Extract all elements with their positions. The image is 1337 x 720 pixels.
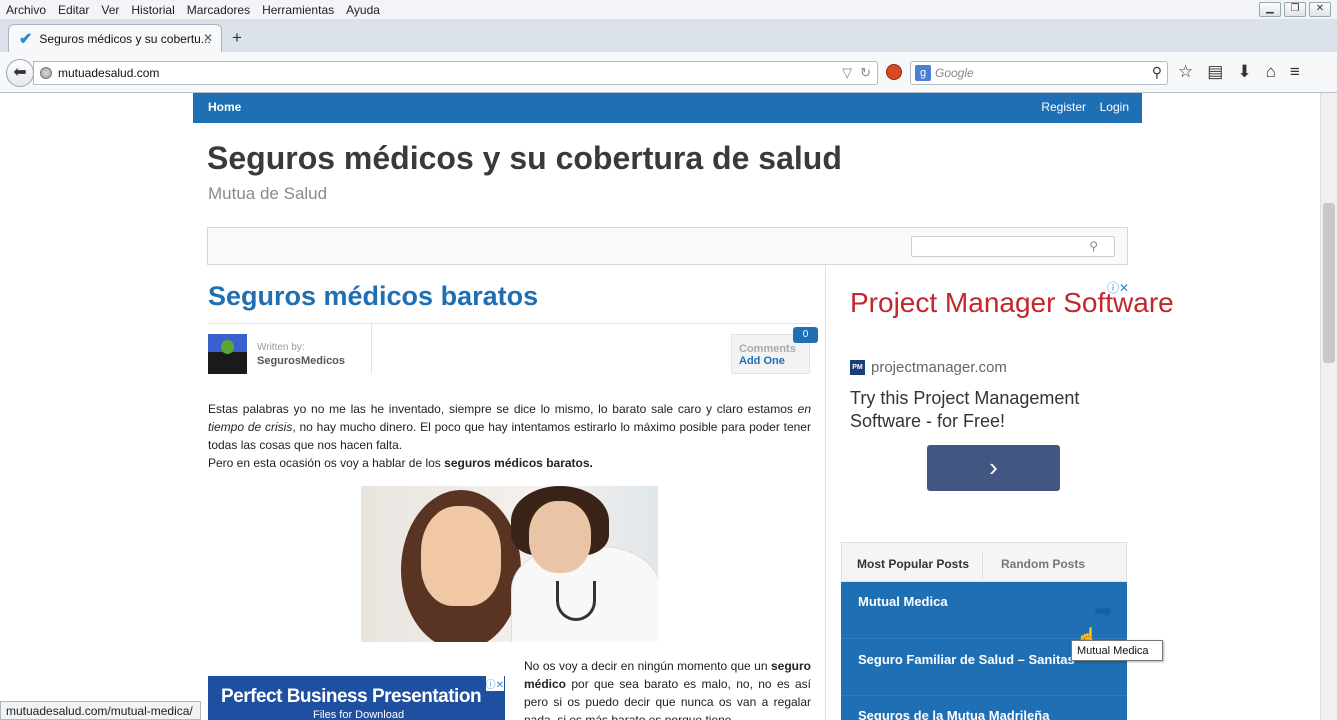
- popular-post-item[interactable]: Seguro Familiar de Salud – Sanitas: [858, 652, 1075, 667]
- p3-text-a: No os voy a decir en ningún momento que …: [524, 659, 771, 673]
- site-subtitle: Mutua de Salud: [208, 184, 328, 203]
- column-divider: [825, 265, 826, 720]
- add-comment-link[interactable]: Add One: [739, 355, 785, 367]
- clipboard-icon[interactable]: ▤: [1207, 62, 1223, 82]
- window-controls: ▁ ❐ ✕: [1259, 2, 1331, 17]
- reload-icon[interactable]: ↻: [860, 65, 871, 81]
- tab-close-icon[interactable]: ✕: [203, 31, 213, 45]
- toolbar-icons: ☆ ▤ ⬇ ⌂ ≡: [1178, 62, 1300, 82]
- url-bar[interactable]: mutuadesalud.com ▽ ↻: [33, 61, 878, 85]
- link-tooltip: Mutual Medica: [1071, 640, 1163, 661]
- site-title[interactable]: Seguros médicos y su cobertura de salud: [207, 140, 842, 177]
- url-text: mutuadesalud.com: [58, 66, 160, 80]
- p2-text-a: Pero en esta ocasión os voy a hablar de …: [208, 456, 445, 470]
- bookmark-star-icon[interactable]: ☆: [1178, 62, 1193, 82]
- list-divider: [841, 695, 1127, 696]
- tab-most-popular[interactable]: Most Popular Posts: [857, 557, 969, 571]
- menu-editar[interactable]: Editar: [58, 3, 89, 17]
- ad-domain-text: projectmanager.com: [871, 359, 1007, 376]
- globe-icon: [40, 67, 52, 79]
- paragraph-2: Pero en esta ocasión os voy a hablar de …: [208, 454, 811, 472]
- home-icon[interactable]: ⌂: [1266, 62, 1276, 82]
- ad-left-subtitle: Files for Download: [313, 709, 405, 720]
- menu-herramientas[interactable]: Herramientas: [262, 3, 334, 17]
- sidebar-tabs: Most Popular Posts Random Posts: [841, 542, 1127, 582]
- p3-text-c: por que sea barato es malo, no, no es as…: [524, 677, 811, 720]
- p1-text-b: , no hay mucho dinero. El poco que hay i…: [208, 420, 811, 452]
- paragraph-3: No os voy a decir en ningún momento que …: [524, 657, 811, 720]
- navigation-bar: mutuadesalud.com ▽ ↻ ⬅ g Google ⚲ ☆ ▤ ⬇ …: [0, 52, 1337, 93]
- back-button[interactable]: ⬅: [6, 59, 34, 87]
- ad-banner-left[interactable]: Perfect Business Presentation Files for …: [208, 676, 505, 720]
- vertical-scrollbar[interactable]: [1320, 93, 1337, 720]
- ad-left-title: Perfect Business Presentation: [221, 686, 482, 707]
- search-icon[interactable]: ⚲: [1152, 64, 1162, 81]
- paragraph-1: Estas palabras yo no me las he inventado…: [208, 400, 811, 454]
- avatar-head: [221, 340, 234, 354]
- site-nav-bar: Home Register Login: [193, 93, 1142, 133]
- dropdown-arrow-icon[interactable]: ▽: [842, 65, 852, 81]
- post-title[interactable]: Seguros médicos baratos: [208, 281, 538, 312]
- stethoscope-icon: [556, 581, 596, 621]
- download-icon[interactable]: ⬇: [1237, 62, 1251, 82]
- nav-login-link[interactable]: Login: [1100, 100, 1129, 114]
- site-search-input[interactable]: ⚲: [911, 236, 1115, 257]
- author-separator: [371, 324, 372, 374]
- web-page: Home Register Login Seguros médicos y su…: [0, 93, 1337, 720]
- pm-logo-icon: PM: [850, 360, 865, 375]
- google-icon[interactable]: g: [915, 65, 931, 81]
- browser-tab-active[interactable]: ✔ Seguros médicos y su cobertu... ✕: [8, 24, 222, 52]
- addon-icon[interactable]: [886, 64, 902, 80]
- search-icon[interactable]: ⚲: [1089, 239, 1098, 253]
- written-by-label: Written by:: [257, 342, 305, 353]
- menu-ayuda[interactable]: Ayuda: [346, 3, 380, 17]
- photo-face-2: [529, 501, 591, 573]
- minimize-button[interactable]: ▁: [1259, 2, 1281, 17]
- checkmark-favicon-icon: ✔: [19, 30, 33, 48]
- popular-post-item[interactable]: Seguros de la Mutua Madrileña: [858, 708, 1049, 720]
- author-divider: [208, 323, 811, 324]
- close-window-button[interactable]: ✕: [1309, 2, 1331, 17]
- ad-arrow-button[interactable]: ›: [927, 445, 1060, 491]
- comment-count-badge: 0: [793, 327, 818, 343]
- ad-domain[interactable]: PM projectmanager.com: [850, 359, 1007, 376]
- nav-register-link[interactable]: Register: [1041, 100, 1086, 114]
- author-avatar[interactable]: [208, 334, 247, 374]
- tab-separator: [982, 551, 983, 579]
- photo-face-1: [421, 506, 501, 606]
- tab-random-posts[interactable]: Random Posts: [1001, 557, 1085, 571]
- menu-historial[interactable]: Historial: [131, 3, 174, 17]
- ad-right-title[interactable]: Project Manager Software: [850, 287, 1174, 318]
- status-bar-url: mutuadesalud.com/mutual-medica/: [0, 701, 201, 720]
- tab-title: Seguros médicos y su cobertu...: [39, 31, 211, 46]
- scrollbar-thumb[interactable]: [1323, 203, 1335, 363]
- menu-bar: Archivo Editar Ver Historial Marcadores …: [0, 0, 1337, 19]
- menu-icon[interactable]: ≡: [1290, 62, 1300, 82]
- p1-text-a: Estas palabras yo no me las he inventado…: [208, 402, 798, 416]
- menu-marcadores[interactable]: Marcadores: [187, 3, 250, 17]
- menu-archivo[interactable]: Archivo: [6, 3, 46, 17]
- web-search-box[interactable]: g Google ⚲: [910, 61, 1168, 85]
- ad-choices-icon[interactable]: ⓘ✕: [485, 676, 504, 691]
- nav-home-link[interactable]: Home: [208, 100, 241, 133]
- search-placeholder: Google: [935, 66, 974, 80]
- p2-bold: seguros médicos baratos.: [444, 456, 593, 470]
- comments-label: Comments: [739, 343, 796, 355]
- popular-post-item[interactable]: Mutual Medica: [858, 594, 948, 609]
- post-image: [361, 486, 658, 642]
- author-name[interactable]: SegurosMedicos: [257, 355, 345, 367]
- arrow-right-icon: ➡: [1094, 598, 1113, 623]
- tab-strip: ✔ Seguros médicos y su cobertu... ✕ +: [0, 19, 1337, 52]
- site-search-row: ⚲: [207, 227, 1128, 265]
- new-tab-button[interactable]: +: [232, 28, 242, 48]
- menu-ver[interactable]: Ver: [101, 3, 119, 17]
- ad-description: Try this Project Management Software - f…: [850, 388, 1080, 431]
- restore-button[interactable]: ❐: [1284, 2, 1306, 17]
